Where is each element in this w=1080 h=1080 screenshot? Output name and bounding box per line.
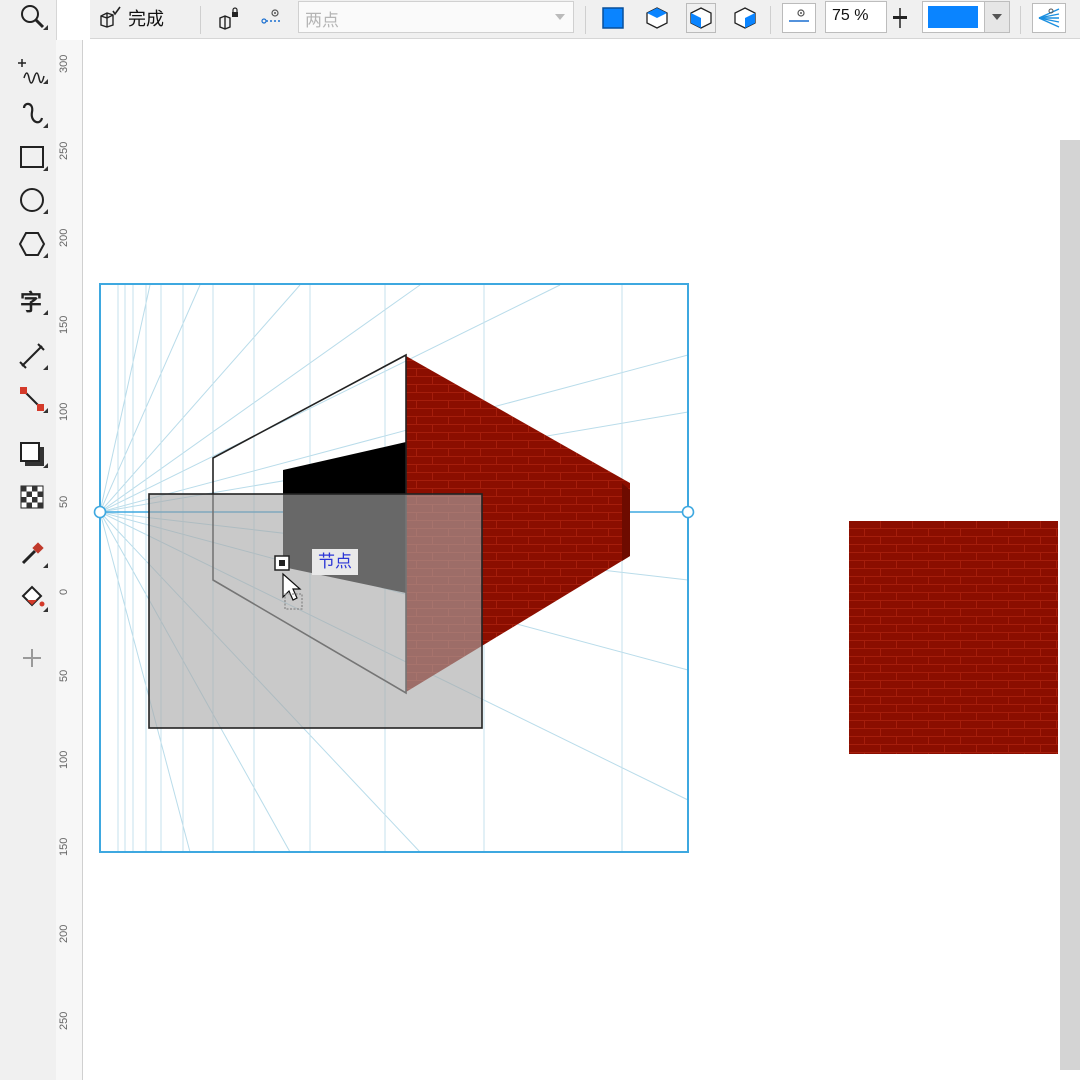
toolbox: 字 <box>0 0 57 1080</box>
drawing-canvas[interactable]: 节点 <box>83 40 1063 1080</box>
ruler-label: 150 <box>58 315 70 334</box>
vanishing-points-icon <box>261 9 281 24</box>
done-label: 完成 <box>128 9 164 29</box>
ruler-label: 250 <box>58 141 70 160</box>
perspective-mode-value: 两点 <box>305 11 339 30</box>
ruler-label: 50 <box>58 495 70 508</box>
gray-rectangle[interactable] <box>148 493 483 729</box>
opacity-value: 75 % <box>832 7 869 24</box>
polygon-tool[interactable] <box>12 226 52 262</box>
bezier-icon <box>22 102 44 124</box>
drop-shadow-tool[interactable] <box>12 436 52 472</box>
right-plane-button[interactable] <box>730 2 760 34</box>
interactive-fill-tool[interactable] <box>12 580 52 616</box>
bezier-tool[interactable] <box>12 96 52 132</box>
property-bar: 完成 两点 75 % <box>90 0 1080 39</box>
grid-color-picker[interactable] <box>922 1 1010 33</box>
node-tooltip: 节点 <box>312 549 358 575</box>
ruler-label: 300 <box>58 54 70 73</box>
chevron-down-icon <box>992 14 1002 20</box>
front-plane-button[interactable] <box>598 2 628 34</box>
vanishing-point-handle <box>93 505 107 519</box>
zoom-tool[interactable] <box>12 0 52 34</box>
interactive-fill-icon <box>21 585 45 607</box>
horizon-handle <box>681 505 695 519</box>
eyedropper-icon <box>21 542 44 565</box>
ruler-label: 0 <box>58 588 70 595</box>
freehand-icon <box>18 59 45 84</box>
ruler-label: 100 <box>58 402 70 421</box>
rectangle-tool[interactable] <box>12 139 52 175</box>
polygon-icon <box>18 232 46 256</box>
perspective-mode-select[interactable]: 两点 <box>298 1 574 33</box>
text-icon: 字 <box>20 290 42 315</box>
top-plane-button[interactable] <box>642 2 672 34</box>
left-plane-button[interactable] <box>686 3 716 33</box>
dimension-tool[interactable] <box>12 338 52 374</box>
ruler-label: 50 <box>58 669 70 682</box>
top-plane-icon <box>646 7 668 29</box>
svg-text:字: 字 <box>20 290 42 315</box>
ruler-label: 200 <box>58 228 70 247</box>
grid-depth-button[interactable] <box>782 3 816 33</box>
grid-color-swatch <box>928 6 978 28</box>
vertical-ruler: 300 250 200 150 100 50 0 50 100 150 200 … <box>56 40 83 1080</box>
eyedropper-tool[interactable] <box>12 536 52 572</box>
connector-tool[interactable] <box>12 381 52 417</box>
add-tool-button[interactable] <box>12 640 52 676</box>
drop-shadow-icon <box>20 442 44 466</box>
vertical-scrollbar[interactable] <box>1060 140 1080 1070</box>
add-tool-icon <box>23 649 41 667</box>
slider-icon <box>893 8 907 28</box>
transparency-tool[interactable] <box>12 479 52 515</box>
rectangle-icon <box>20 146 44 168</box>
text-tool[interactable]: 字 <box>12 283 52 319</box>
perspective-lines-icon <box>1038 8 1060 28</box>
transparency-icon <box>20 485 44 509</box>
perspective-done-icon <box>100 6 121 28</box>
color-dropdown-toggle[interactable] <box>984 2 1009 32</box>
dimension-icon <box>19 343 45 369</box>
lock-perspective-button[interactable] <box>214 2 244 34</box>
ruler-label: 100 <box>58 750 70 769</box>
ruler-label: 250 <box>58 1011 70 1030</box>
node-marker[interactable] <box>274 555 290 571</box>
ruler-label: 200 <box>58 924 70 943</box>
opacity-input[interactable]: 75 % <box>825 1 887 33</box>
ellipse-tool[interactable] <box>12 182 52 218</box>
freehand-tool[interactable] <box>12 52 52 88</box>
brick-swatch[interactable] <box>849 521 1058 754</box>
left-plane-icon <box>690 7 712 29</box>
front-plane-icon <box>602 7 624 29</box>
opacity-slider-button[interactable] <box>888 2 912 34</box>
guide-lines-button[interactable] <box>1032 3 1066 33</box>
grid-depth-icon <box>789 9 809 22</box>
zoom-icon <box>21 5 45 29</box>
lock-perspective-icon <box>219 7 238 30</box>
chevron-down-icon <box>555 14 565 20</box>
connector-icon <box>20 387 44 411</box>
ruler-label: 150 <box>58 837 70 856</box>
vanishing-points-button[interactable] <box>258 2 288 34</box>
done-button[interactable]: 完成 <box>98 2 190 34</box>
ellipse-icon <box>20 188 44 212</box>
right-plane-icon <box>734 7 756 29</box>
